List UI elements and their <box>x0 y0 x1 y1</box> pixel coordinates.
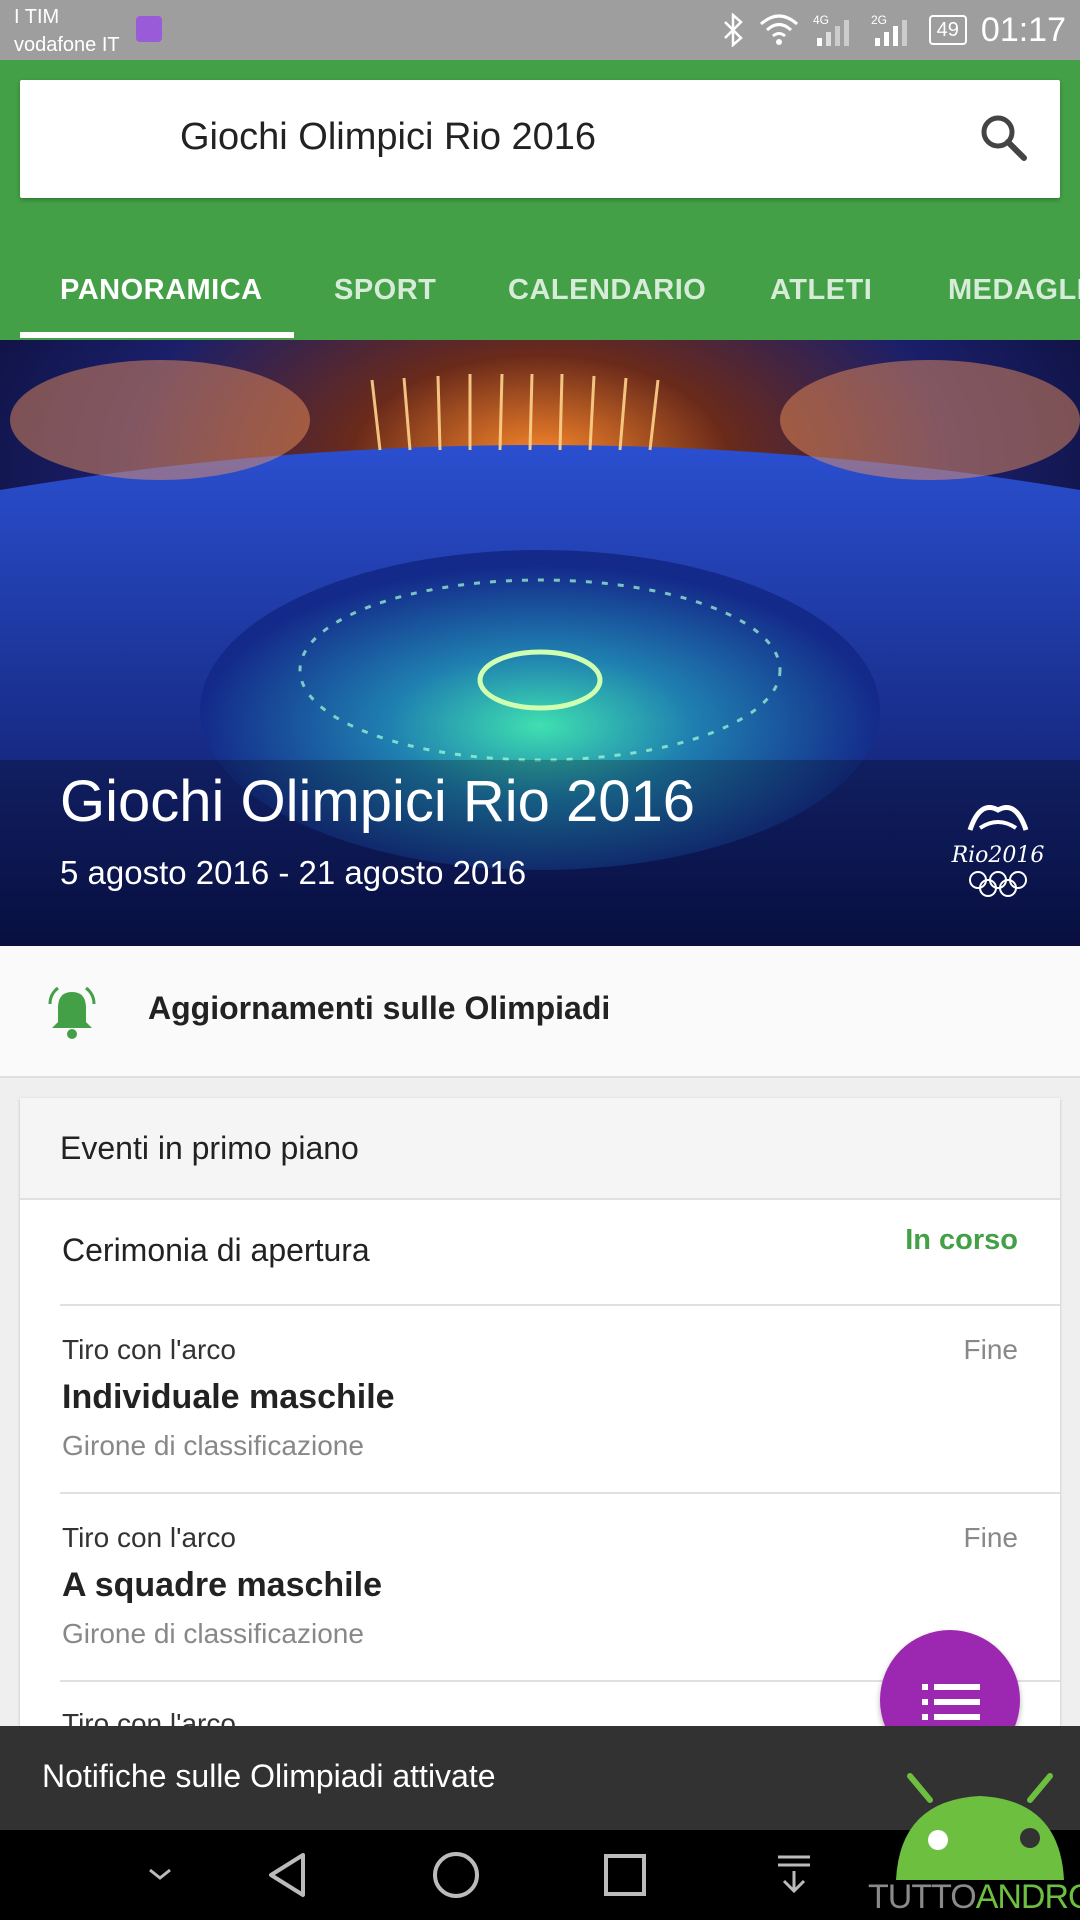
search-query[interactable]: Giochi Olimpici Rio 2016 <box>180 116 596 159</box>
carrier-primary: I TIM <box>14 6 60 28</box>
chevron-down-icon[interactable] <box>140 1830 180 1920</box>
tab-calendario[interactable]: CALENDARIO <box>508 246 706 340</box>
search-icon[interactable] <box>976 110 1032 166</box>
hero-banner: Giochi Olimpici Rio 2016 5 agosto 2016 -… <box>0 340 1080 946</box>
snackbar-message: Notifiche sulle Olimpiadi attivate <box>42 1758 496 1794</box>
wifi-icon <box>759 12 799 48</box>
signal-2g-icon: 2G <box>871 12 915 48</box>
tab-atleti[interactable]: ATLETI <box>770 246 872 340</box>
event-row-featured[interactable]: Cerimonia di apertura In corso <box>60 1200 1060 1306</box>
event-phase: Girone di classificazione <box>62 1618 364 1649</box>
list-icon <box>922 1682 980 1727</box>
watermark-text-part1: TUTTO <box>868 1878 977 1916</box>
notification-pulldown-icon[interactable] <box>772 1830 816 1920</box>
active-tab-indicator <box>20 332 294 338</box>
event-title: Individuale maschile <box>62 1378 395 1416</box>
event-title: A squadre maschile <box>62 1566 382 1604</box>
event-row[interactable]: Tiro con l'arco Individuale maschile Gir… <box>60 1306 1060 1494</box>
olympics-updates-label: Aggiornamenti sulle Olimpiadi <box>148 990 611 1026</box>
tab-bar: PANORAMICA SPORT CALENDARIO ATLETI MEDAG… <box>0 246 1080 340</box>
svg-text:Rio2016: Rio2016 <box>951 843 1045 868</box>
carrier-secondary: vodafone IT <box>14 34 120 56</box>
status-icons: 4G 2G 49 01:17 <box>721 0 1080 60</box>
watermark-text-part2: ANDROID <box>975 1878 1080 1916</box>
home-icon[interactable] <box>428 1830 484 1920</box>
bell-ringing-icon <box>44 986 100 1045</box>
card-header: Eventi in primo piano <box>20 1098 1060 1200</box>
bluetooth-icon <box>721 12 745 48</box>
event-status: Fine <box>963 1522 1018 1553</box>
event-phase: Girone di classificazione <box>62 1430 364 1461</box>
battery-indicator: 49 <box>928 15 967 45</box>
clock: 01:17 <box>980 10 1066 49</box>
svg-text:4G: 4G <box>813 13 829 27</box>
event-status-live: In corso <box>905 1224 1018 1256</box>
event-status: Fine <box>963 1334 1018 1365</box>
rio2016-logo: Rio2016 <box>950 780 1046 900</box>
hero-title: Giochi Olimpici Rio 2016 <box>60 769 696 834</box>
search-bar[interactable]: Giochi Olimpici Rio 2016 <box>20 80 1060 198</box>
card-title: Eventi in primo piano <box>60 1130 359 1166</box>
tab-sport[interactable]: SPORT <box>334 246 436 340</box>
signal-4g-icon: 4G <box>813 12 857 48</box>
status-bar: I TIM vodafone IT 4G 2G 49 01:17 <box>0 0 1080 60</box>
app-header: Giochi Olimpici Rio 2016 PANORAMICA SPOR… <box>0 60 1080 340</box>
tab-medaglie[interactable]: MEDAGLI <box>948 246 1080 340</box>
hero-dates: 5 agosto 2016 - 21 agosto 2016 <box>60 854 527 891</box>
svg-text:2G: 2G <box>871 13 887 27</box>
tab-panoramica[interactable]: PANORAMICA <box>60 246 263 340</box>
olympics-updates-row[interactable]: Aggiornamenti sulle Olimpiadi <box>0 946 1080 1078</box>
recents-icon[interactable] <box>602 1830 648 1920</box>
watermark-text: TUTTOANDROID <box>868 1878 1080 1917</box>
event-sport: Tiro con l'arco <box>62 1334 236 1365</box>
gallery-notification-icon <box>136 16 162 42</box>
back-icon[interactable] <box>262 1830 312 1920</box>
event-sport: Tiro con l'arco <box>62 1522 236 1553</box>
event-name: Cerimonia di apertura <box>62 1232 370 1268</box>
